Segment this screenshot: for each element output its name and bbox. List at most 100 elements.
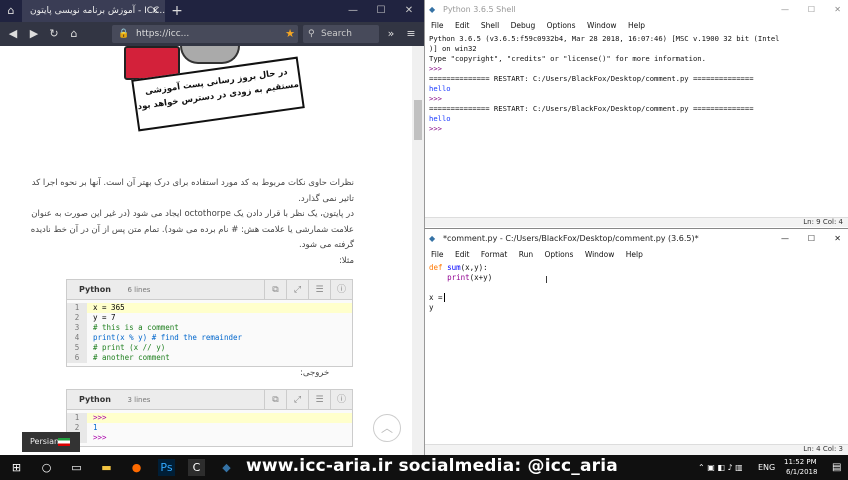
code-line: 21: [67, 423, 352, 433]
home-icon[interactable]: ⌂: [66, 26, 82, 42]
search-placeholder: Search: [321, 29, 352, 39]
browser-tabbar: ⌂ آموزش برنامه نویسی پایتون - ICC... × +…: [0, 0, 424, 22]
firefox-icon[interactable]: ●: [128, 459, 145, 476]
shell-restart-line: ============== RESTART: C:/Users/BlackFo…: [429, 104, 754, 113]
menu-help[interactable]: Help: [626, 250, 643, 259]
windows-start-icon[interactable]: ⊞: [8, 459, 25, 476]
expand-icon[interactable]: ⤢: [286, 390, 308, 410]
menu-format[interactable]: Format: [481, 250, 507, 259]
bookmark-star-icon[interactable]: ★: [282, 26, 298, 42]
python-icon: ◆: [429, 234, 436, 243]
close-tab-icon[interactable]: ×: [151, 0, 159, 22]
close-window-button[interactable]: ✕: [834, 0, 841, 19]
wrap-lines-icon[interactable]: ☰: [308, 390, 330, 410]
editor-titlebar: ◆ *comment.py - C:/Users/BlackFox/Deskto…: [425, 229, 848, 248]
minimize-button[interactable]: —: [340, 0, 366, 22]
menu-options[interactable]: Options: [544, 250, 573, 259]
camtasia-icon[interactable]: C: [188, 459, 205, 476]
language-indicator[interactable]: ENG: [758, 463, 775, 472]
menu-options[interactable]: Options: [547, 21, 576, 30]
code-lang: Python: [79, 395, 111, 404]
code-line: 1x = 365: [67, 303, 352, 313]
close-window-button[interactable]: ✕: [396, 0, 422, 22]
close-window-button[interactable]: ✕: [834, 229, 841, 248]
maximize-button[interactable]: ☐: [368, 0, 394, 22]
overflow-chevron-icon[interactable]: »: [383, 26, 399, 42]
photoshop-icon[interactable]: Ps: [158, 459, 175, 476]
clock-time[interactable]: 11:52 PM: [784, 458, 817, 466]
menu-help[interactable]: Help: [628, 21, 645, 30]
menu-debug[interactable]: Debug: [511, 21, 536, 30]
code-line: 1 >>>: [67, 413, 352, 423]
paragraph: نظرات حاوی نکات مربوط به کد مورد استفاده…: [31, 178, 354, 204]
menu-file[interactable]: File: [431, 21, 444, 30]
page-scrollbar-thumb[interactable]: [414, 100, 422, 140]
python-shell-window: ◆ Python 3.6.5 Shell — ☐ ✕ File Edit She…: [424, 0, 848, 228]
hamburger-menu-icon[interactable]: ≡: [403, 26, 419, 42]
menu-edit[interactable]: Edit: [455, 250, 470, 259]
copy-icon[interactable]: ⧉: [264, 280, 286, 300]
firefox-icon[interactable]: ⌂: [3, 3, 19, 19]
file-explorer-icon[interactable]: ▬: [98, 459, 115, 476]
paragraph: مثلا:: [338, 255, 354, 266]
forward-icon[interactable]: ▶: [26, 26, 42, 42]
ibeam-cursor-icon: I: [545, 275, 548, 286]
reload-icon[interactable]: ↻: [46, 26, 62, 42]
notifications-icon[interactable]: ▤: [832, 462, 841, 473]
maximize-button[interactable]: ☐: [808, 229, 815, 248]
scroll-to-top-button[interactable]: ︿: [373, 414, 401, 442]
info-icon[interactable]: ⓘ: [330, 390, 352, 410]
code-header: Python 3 lines ⧉ ⤢ ☰ ⓘ: [67, 390, 352, 410]
menu-file[interactable]: File: [431, 250, 444, 259]
browser-navbar: ◀ ▶ ↻ ⌂ 🔒 https://icc... ★ ⚲ Search » ≡: [0, 22, 424, 46]
shell-restart-line: ============== RESTART: C:/Users/BlackFo…: [429, 74, 754, 83]
shell-prompt: >>>: [429, 124, 447, 133]
task-view-icon[interactable]: ▭: [68, 459, 85, 476]
language-label: Persian: [30, 437, 60, 446]
code-line: def sum(x,y):: [429, 263, 488, 272]
watermark-text: www.icc-aria.ir socialmedia: @icc_aria: [246, 456, 618, 476]
code-line: 6 # another comment: [67, 353, 352, 363]
shell-prompt: >>>: [429, 64, 447, 73]
info-icon[interactable]: ⓘ: [330, 280, 352, 300]
shell-prompt: >>>: [429, 94, 447, 103]
wrap-lines-icon[interactable]: ☰: [308, 280, 330, 300]
code-line: 3 # this is a comment: [67, 323, 352, 333]
shell-statusbar: Ln: 9 Col: 4: [425, 217, 848, 227]
language-button[interactable]: Persian: [22, 432, 80, 452]
browser-tab[interactable]: آموزش برنامه نویسی پایتون - ICC... ×: [22, 0, 165, 22]
editor-code-area[interactable]: def sum(x,y): print(x+y) x = y: [429, 263, 845, 313]
expand-icon[interactable]: ⤢: [286, 280, 308, 300]
code-lines-count: 3 lines: [127, 396, 151, 404]
editor-window: ◆ *comment.py - C:/Users/BlackFox/Deskto…: [424, 228, 848, 456]
menu-edit[interactable]: Edit: [455, 21, 470, 30]
code-block-output: Python 3 lines ⧉ ⤢ ☰ ⓘ 1>>> 21 3>>>: [66, 389, 353, 447]
tray-icons[interactable]: ⌃ ▣ ◧ ♪ ▥: [698, 463, 743, 472]
menu-run[interactable]: Run: [519, 250, 533, 259]
shell-line: Type "copyright", "credits" or "license(…: [429, 54, 706, 63]
shell-output[interactable]: Python 3.6.5 (v3.6.5:f59c0932b4, Mar 28 …: [429, 34, 845, 134]
python-icon[interactable]: ◆: [218, 459, 235, 476]
browser-window: ⌂ آموزش برنامه نویسی پایتون - ICC... × +…: [0, 0, 424, 455]
url-bar[interactable]: 🔒 https://icc...: [112, 25, 298, 43]
back-icon[interactable]: ◀: [5, 26, 21, 42]
search-input[interactable]: ⚲ Search: [303, 25, 379, 43]
copy-icon[interactable]: ⧉: [264, 390, 286, 410]
shell-line: Python 3.6.5 (v3.6.5:f59c0932b4, Mar 28 …: [429, 34, 780, 43]
maximize-button[interactable]: ☐: [808, 0, 815, 19]
menu-window[interactable]: Window: [587, 21, 617, 30]
code-line: 3>>>: [67, 433, 352, 443]
clock-date[interactable]: 6/1/2018: [786, 468, 817, 476]
minimize-button[interactable]: —: [781, 229, 789, 248]
new-tab-button[interactable]: +: [170, 0, 184, 22]
code-header: Python 6 lines ⧉ ⤢ ☰ ⓘ: [67, 280, 352, 300]
menu-shell[interactable]: Shell: [481, 21, 499, 30]
minimize-button[interactable]: —: [781, 0, 789, 19]
text-cursor: [443, 293, 450, 302]
article-text: نظرات حاوی نکات مربوط به کد مورد استفاده…: [28, 176, 354, 269]
menu-window[interactable]: Window: [585, 250, 615, 259]
page-content: در حال بروز رسانی پست آموزشی مستقیم به ز…: [0, 46, 412, 455]
code-line: 4 print(x % y) # find the remainder: [67, 333, 352, 343]
search-icon[interactable]: ○: [38, 459, 55, 476]
shell-output-line: hello: [429, 114, 451, 123]
